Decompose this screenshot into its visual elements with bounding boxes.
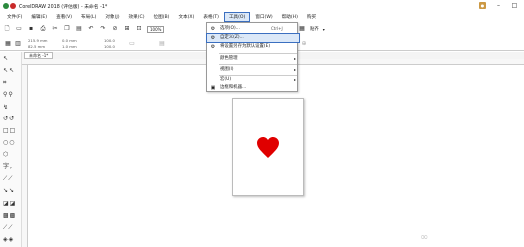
- interactive-fill-tool-icon[interactable]: ◈◈: [3, 236, 19, 244]
- menu-item-color-management[interactable]: 颜色管理 ▸: [207, 55, 299, 63]
- chevron-down-icon[interactable]: ▾: [323, 27, 325, 32]
- connector-tool-icon[interactable]: ↘↘: [3, 187, 19, 195]
- nudge-field[interactable]: 0.0 mm: [62, 38, 77, 43]
- polygon-tool-icon[interactable]: ⬡: [3, 151, 19, 159]
- window-title: CorelDRAW 2018 (评估版) - 未命名 -1*: [19, 5, 108, 10]
- submenu-arrow-icon: ▸: [293, 67, 296, 72]
- menu-item-label: 自定义(Z)...: [220, 35, 244, 40]
- toolbox: ↖ ↖↖ ⌗ ⚲⚲ ↯ ↺↺ □□ ○○ ⬡ 字, ⟋⟋ ↘↘ ◪◪ ▩▩ ⟋⟋…: [0, 52, 22, 247]
- save-settings-icon: ⚙: [210, 44, 216, 50]
- menu-text[interactable]: 文本(X): [174, 13, 198, 21]
- copy-icon[interactable]: ❐: [63, 25, 71, 33]
- menu-help[interactable]: 帮助(H): [278, 13, 302, 21]
- menu-item-label: 将设置另存为默认设置(E): [220, 44, 271, 49]
- menu-item-save-default-settings[interactable]: ⚙ 将设置另存为默认设置(E): [207, 43, 299, 51]
- scale-y-field[interactable]: 100.0: [104, 44, 115, 49]
- transparency-tool-icon[interactable]: ▩▩: [3, 212, 19, 220]
- heart-path: [257, 137, 279, 158]
- menu-item-view[interactable]: 视图(I) ▸: [207, 66, 299, 74]
- parallel-dimension-tool-icon[interactable]: ⟋⟋: [3, 175, 19, 183]
- search-icon[interactable]: ⊘: [111, 25, 119, 33]
- text-tool-icon[interactable]: 字,: [3, 163, 19, 171]
- coreldraw-logo-icon: [3, 3, 9, 9]
- menu-edit[interactable]: 编辑(E): [27, 13, 51, 21]
- window-controls: ● – □: [479, 2, 518, 9]
- freehand-tool-icon[interactable]: ↯: [3, 104, 19, 112]
- menu-file[interactable]: 文件(F): [3, 13, 26, 21]
- menu-item-frames[interactable]: ▣ 边框和机器...: [207, 84, 299, 92]
- zoom-level-select[interactable]: 100%: [147, 25, 165, 33]
- menu-window[interactable]: 窗口(W): [251, 13, 276, 21]
- menu-bitmaps[interactable]: 位图(B): [150, 13, 174, 21]
- save-icon[interactable]: ▪: [27, 25, 35, 33]
- rectangle-tool-icon[interactable]: □□: [3, 127, 19, 135]
- menu-object[interactable]: 对象(J): [101, 13, 123, 21]
- document-tab[interactable]: 未命名 -1*: [24, 52, 54, 59]
- duplicate-distance-field[interactable]: 1.0 mm: [62, 44, 77, 49]
- maximize-button[interactable]: □: [511, 2, 518, 9]
- menu-item-label: 颜色管理: [220, 56, 238, 61]
- menu-item-label: 边框和机器...: [220, 85, 247, 90]
- ellipse-tool-icon[interactable]: ○○: [3, 139, 19, 147]
- page-height-field[interactable]: 82.5 mm: [28, 44, 45, 49]
- crop-tool-icon[interactable]: ⌗: [3, 79, 19, 87]
- pick-tool-icon[interactable]: ↖: [3, 55, 19, 63]
- tools-menu: ⚙ 选项(O)... Ctrl+J ⚙ 自定义(Z)... ⚙ 将设置另存为默认…: [206, 22, 300, 92]
- snap-icon[interactable]: ▦: [298, 25, 306, 33]
- menu-effects[interactable]: 效果(C): [125, 13, 149, 21]
- frame-icon: ▣: [210, 85, 216, 91]
- menu-item-macros[interactable]: 宏(U) ▸: [207, 76, 299, 84]
- watermark-decoration: ∞: [420, 232, 429, 243]
- coreldraw-logo-secondary-icon: [10, 3, 16, 9]
- units-icon[interactable]: ▤: [158, 40, 166, 48]
- paste-icon[interactable]: ▤: [75, 25, 83, 33]
- menu-separator: [219, 53, 297, 54]
- menu-item-shortcut: Ctrl+J: [271, 26, 283, 31]
- submenu-arrow-icon: ▸: [293, 77, 296, 82]
- snap-label[interactable]: 贴齐: [310, 26, 319, 32]
- add-page-icon[interactable]: ⊕: [300, 40, 308, 48]
- undo-icon[interactable]: ↶: [87, 25, 95, 33]
- menu-buy[interactable]: 购买: [303, 13, 320, 21]
- submenu-arrow-icon: ▸: [293, 56, 296, 61]
- menu-item-label: 选项(O)...: [220, 26, 240, 31]
- eyedropper-tool-icon[interactable]: ⟋⟋: [3, 224, 19, 232]
- heart-shape[interactable]: [256, 136, 280, 160]
- menu-item-customize[interactable]: ⚙ 自定义(Z)...: [206, 33, 300, 43]
- gear-icon: ⚙: [210, 26, 216, 32]
- shape-tool-icon[interactable]: ↖↖: [3, 67, 19, 75]
- print-icon[interactable]: ⎙: [39, 25, 47, 33]
- gear-icon: ⚙: [210, 35, 216, 41]
- new-icon[interactable]: 🗋: [3, 25, 11, 33]
- menu-bar: 文件(F) 编辑(E) 查看(V) 布局(L) 对象(J) 效果(C) 位图(B…: [0, 12, 524, 22]
- menu-tools[interactable]: 工具(O): [223, 12, 251, 22]
- cut-icon[interactable]: ✂: [51, 25, 59, 33]
- account-icon[interactable]: ●: [479, 2, 486, 9]
- menu-view[interactable]: 查看(V): [52, 13, 76, 21]
- page-size-icon[interactable]: ▦: [4, 40, 12, 48]
- page-width-field[interactable]: 215.9 mm: [28, 38, 47, 43]
- menu-item-label: 宏(U): [220, 77, 232, 82]
- zoom-tool-icon[interactable]: ⚲⚲: [3, 91, 19, 99]
- lock-ratio-icon[interactable]: ▭: [128, 40, 136, 48]
- menu-layout[interactable]: 布局(L): [77, 13, 100, 21]
- menu-item-options[interactable]: ⚙ 选项(O)... Ctrl+J: [207, 25, 299, 33]
- import-icon[interactable]: ⊞: [123, 25, 131, 33]
- export-icon[interactable]: ⊡: [135, 25, 143, 33]
- curve-tool-icon[interactable]: ↺↺: [3, 115, 19, 123]
- scale-x-field[interactable]: 100.0: [104, 38, 115, 43]
- open-icon[interactable]: ▭: [15, 25, 23, 33]
- menu-table[interactable]: 表格(T): [199, 13, 223, 21]
- menu-separator: [219, 64, 297, 65]
- drop-shadow-tool-icon[interactable]: ◪◪: [3, 200, 19, 208]
- title-bar: CorelDRAW 2018 (评估版) - 未命名 -1* ● – □: [0, 0, 524, 12]
- orientation-icon[interactable]: ▥: [14, 40, 22, 48]
- redo-icon[interactable]: ↷: [99, 25, 107, 33]
- minimize-button[interactable]: –: [495, 2, 502, 9]
- menu-item-label: 视图(I): [220, 67, 234, 72]
